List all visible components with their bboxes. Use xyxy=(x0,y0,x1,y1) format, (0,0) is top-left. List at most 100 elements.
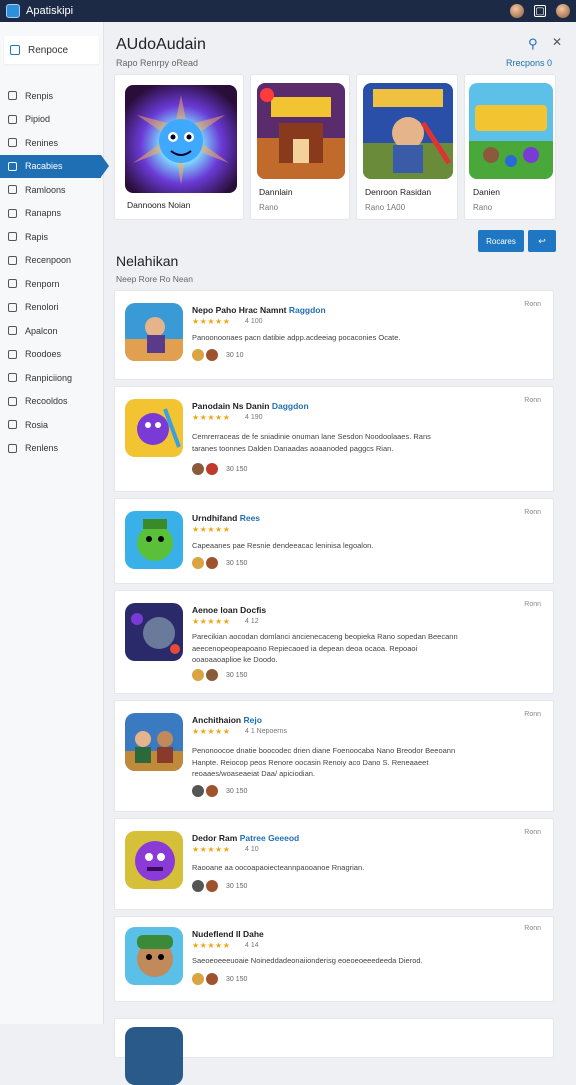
app-description: Penonoocoe dnatie boocodec drien diane F… xyxy=(192,746,456,778)
nav-icon xyxy=(8,232,17,242)
review-count: 30 150 xyxy=(226,671,248,679)
sidebar-item-label: Renpis xyxy=(25,90,54,101)
nav-icon xyxy=(8,302,17,312)
featured-art-image xyxy=(469,83,553,179)
app-icon xyxy=(125,927,183,985)
featured-name: Dannoons Noian xyxy=(127,200,191,210)
close-icon[interactable]: ✕ xyxy=(552,35,562,49)
list-item[interactable] xyxy=(114,1018,554,1085)
app-title: Anchithaion Rejo xyxy=(192,715,262,725)
review-count: 30 150 xyxy=(226,465,248,473)
title-bar: Apatiskipi ▢ xyxy=(0,0,576,22)
avatar xyxy=(206,463,218,475)
app-date: Ronn xyxy=(524,601,541,608)
featured-name: Danien xyxy=(473,187,500,197)
sidebar-item-label: Pipiod xyxy=(25,114,51,125)
app-logo-icon xyxy=(6,4,20,18)
nav-icon xyxy=(8,208,17,218)
app-icon xyxy=(125,831,183,889)
reviewer-avatars: 30 150 xyxy=(192,785,247,797)
sidebar-item-12[interactable]: Roodoes xyxy=(0,343,103,367)
sidebar-item-3[interactable]: Renines xyxy=(0,131,103,155)
sidebar-item-8[interactable]: Recenpoon xyxy=(0,249,103,273)
window-title: Apatiskipi xyxy=(26,5,74,17)
featured-card[interactable]: Danien Rano xyxy=(464,74,556,220)
avatar xyxy=(192,785,204,797)
app-date: Ronn xyxy=(524,711,541,718)
sidebar-item-6[interactable]: Ranapns xyxy=(0,202,103,226)
sidebar-item-2[interactable]: Pipiod xyxy=(0,108,103,132)
rating-count: 4 12 xyxy=(245,618,259,625)
nav-icon xyxy=(8,443,17,453)
sidebar-item-label: Roodoes xyxy=(25,349,62,360)
sidebar-item-label: Renlens xyxy=(25,443,59,454)
featured-card[interactable]: Denroon Rasidan Rano 1A00 xyxy=(356,74,458,220)
notifications-icon[interactable]: ▢ xyxy=(534,5,546,17)
account-avatar[interactable] xyxy=(556,4,570,18)
review-count: 30 150 xyxy=(226,559,248,567)
app-description: Saeoeoeeeuoaie Noineddadeonaiionderisg e… xyxy=(192,956,423,965)
app-date: Ronn xyxy=(524,301,541,308)
sidebar-item-16[interactable]: Renlens xyxy=(0,437,103,461)
sidebar-item-13[interactable]: Ranpiciiong xyxy=(0,366,103,390)
avatar xyxy=(192,973,204,985)
sidebar-item-11[interactable]: Apalcon xyxy=(0,319,103,343)
rating-count: 4 1 Nepoerns xyxy=(245,728,288,735)
sidebar-item-9[interactable]: Renporn xyxy=(0,272,103,296)
app-title: Nepo Paho Hrac Namnt Raggdon xyxy=(192,305,326,315)
browse-link[interactable]: Rrecpons 0 xyxy=(506,58,552,68)
nav-icon xyxy=(8,326,17,336)
sidebar-top-item[interactable]: Renpoce xyxy=(4,36,99,64)
list-item[interactable]: Aenoe loan Docfis ★★★★★ 4 12 Parecikian … xyxy=(114,590,554,694)
review-count: 30 150 xyxy=(226,787,248,795)
featured-card[interactable]: Dannlain Rano xyxy=(250,74,350,220)
list-item[interactable]: Urndhifand Rees ★★★★★ Capeaanes pae Resn… xyxy=(114,498,554,584)
primary-action-button[interactable]: Rocares xyxy=(478,230,524,252)
sidebar-list: Renpis Pipiod Renines Racabies Ramloons Ranap… xyxy=(0,84,109,461)
featured-price: Rano xyxy=(259,203,279,212)
list-item[interactable]: Dedor Ram Patree Geeeod ★★★★★ 4 10 Raooa… xyxy=(114,818,554,910)
featured-card[interactable]: Dannoons Noian xyxy=(114,74,244,220)
sidebar-item-4[interactable]: Racabies xyxy=(0,154,109,178)
list-item[interactable]: Nudeflend II Dahe ★★★★★ 4 14 Saeoeoeeeuo… xyxy=(114,916,554,1002)
sidebar-item-10[interactable]: Renolori xyxy=(0,296,103,320)
nav-icon xyxy=(8,255,17,265)
app-date: Ronn xyxy=(524,829,541,836)
search-icon[interactable]: ⚲ xyxy=(528,36,538,52)
sidebar-item-7[interactable]: Rapis xyxy=(0,225,103,249)
user-avatar[interactable] xyxy=(510,4,524,18)
share-icon[interactable]: ↩ xyxy=(528,230,556,252)
app-title: Urndhifand Rees xyxy=(192,513,261,523)
featured-subtitle: Rapo Renrpy oRead xyxy=(116,58,199,68)
list-item[interactable]: Nepo Paho Hrac Namnt Raggdon ★★★★★ 4 100… xyxy=(114,290,554,380)
reviewer-avatars: 30 150 xyxy=(192,973,247,985)
sidebar-item-14[interactable]: Recooldos xyxy=(0,390,103,414)
star-rating-icon: ★★★★★ xyxy=(192,525,231,534)
sidebar-item-label: Ramloons xyxy=(25,184,66,195)
list-item[interactable]: Anchithaion Rejo ★★★★★ 4 1 Nepoerns Peno… xyxy=(114,700,554,812)
sidebar-item-label: Rapis xyxy=(25,231,49,242)
review-count: 30 10 xyxy=(226,351,244,359)
featured-price: Rano 1A00 xyxy=(365,203,406,212)
sidebar-item-5[interactable]: Ramloons xyxy=(0,178,103,202)
app-description: Capeaanes pae Resnie dendeeacac leninisa… xyxy=(192,541,374,550)
sidebar-item-15[interactable]: Rosia xyxy=(0,413,103,437)
app-date: Ronn xyxy=(524,509,541,516)
avatar xyxy=(192,349,204,361)
sidebar: Renpoce Renpis Pipiod Renines Racabies Ramlo… xyxy=(0,22,109,1024)
featured-name: Dannlain xyxy=(259,187,293,197)
star-rating-icon: ★★★★★ xyxy=(192,317,231,326)
app-description: Parecikian aocodan domlanci ancienecacen… xyxy=(192,632,458,664)
avatar xyxy=(206,349,218,361)
nav-icon xyxy=(8,161,17,171)
sidebar-item-label: Ranpiciiong xyxy=(25,372,73,383)
list-item[interactable]: Panodain Ns Danin Daggdon ★★★★★ 4 190 Ce… xyxy=(114,386,554,492)
home-icon xyxy=(10,45,20,55)
nav-icon xyxy=(8,349,17,359)
nav-icon xyxy=(8,114,17,124)
star-rating-icon: ★★★★★ xyxy=(192,413,231,422)
sidebar-item-1[interactable]: Renpis xyxy=(0,84,103,108)
featured-art-image xyxy=(363,83,453,179)
sidebar-item-label: Rosia xyxy=(25,419,49,430)
main-content: AUdoAudain ⚲ ✕ Rapo Renrpy oRead Rrecpon… xyxy=(104,22,576,1085)
